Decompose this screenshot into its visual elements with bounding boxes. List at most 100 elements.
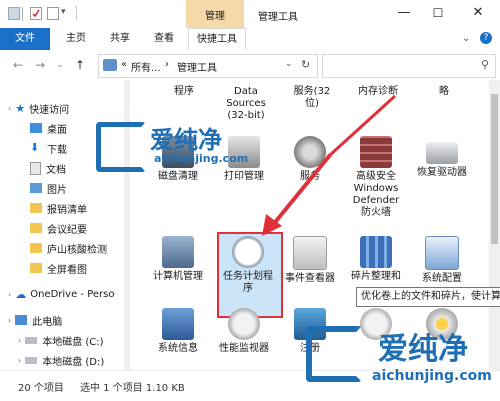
star-icon: ★	[15, 101, 26, 115]
folder-icon	[30, 223, 42, 233]
item-label[interactable]: 内存诊断	[345, 86, 411, 98]
item-label: 恢复驱动器	[417, 167, 467, 178]
tab-quick-tools[interactable]: 快捷工具	[188, 28, 246, 51]
item-label: 碎片整理和	[351, 271, 401, 282]
context-tab-manage[interactable]: 管理	[186, 0, 244, 28]
selection-info: 选中 1 个项目 1.10 KB	[80, 383, 185, 394]
breadcrumb-admin-tools[interactable]: 管理工具	[177, 59, 217, 74]
tab-home[interactable]: 主页	[58, 28, 94, 50]
divider	[76, 6, 77, 20]
drive-icon	[25, 336, 38, 344]
nav-onedrive[interactable]: › ☁ OneDrive - Perso	[0, 284, 133, 304]
ribbon-tabs: 文件 主页 共享 查看 快捷工具 ⌄ ?	[0, 28, 500, 51]
forward-icon[interactable]: →	[32, 57, 48, 73]
item-count: 20 个项目	[18, 383, 64, 394]
recent-chevron-icon[interactable]: ⌄	[52, 57, 68, 73]
file-item-system-info[interactable]: 系统信息	[145, 308, 211, 355]
file-item-task-scheduler[interactable]: 任务计划程 序	[215, 236, 281, 295]
nav-this-pc[interactable]: › 此电脑	[0, 310, 133, 330]
expand-icon: ›	[8, 315, 12, 325]
drive-icon	[25, 356, 38, 364]
document-icon	[30, 161, 41, 175]
recovery-drive-icon	[426, 142, 458, 164]
expand-icon: ›	[8, 103, 12, 113]
search-input[interactable]: ⚲	[322, 54, 496, 78]
nav-label: 下载	[47, 144, 67, 156]
divider	[22, 7, 23, 21]
item-label: 系统信息	[158, 343, 198, 354]
pictures-icon	[30, 183, 42, 193]
watermark-corner: 爱纯净 aichunjing.com	[306, 322, 500, 400]
nav-drive-d[interactable]: › 本地磁盘 (D:)	[0, 350, 143, 370]
item-label: 性能监视器	[219, 343, 269, 354]
nav-label: 报销清单	[47, 204, 87, 216]
file-item-recovery-drive[interactable]: 恢复驱动器	[409, 136, 475, 179]
item-label[interactable]: 服务(32 位)	[279, 86, 345, 110]
tab-view[interactable]: 查看	[146, 28, 182, 50]
refresh-icon[interactable]: ↻	[301, 58, 310, 71]
help-icon[interactable]: ?	[480, 32, 492, 44]
event-viewer-icon	[293, 236, 327, 270]
chevron-down-icon[interactable]: ▾	[61, 7, 71, 17]
desktop-icon	[30, 123, 42, 133]
tab-share[interactable]: 共享	[102, 28, 138, 50]
nav-label: 图片	[47, 184, 67, 196]
item-label: 事件查看器	[285, 273, 335, 284]
new-folder-icon[interactable]	[47, 7, 59, 20]
tab-file[interactable]: 文件	[0, 28, 50, 50]
download-icon: ⬇	[30, 141, 40, 154]
breadcrumb-all[interactable]: 所有...	[131, 59, 161, 74]
item-label[interactable]: Data Sources (32-bit)	[213, 86, 279, 122]
nav-label: 快速访问	[29, 104, 70, 116]
folder-icon	[30, 263, 42, 273]
cloud-icon: ☁	[15, 287, 27, 301]
task-scheduler-icon	[232, 236, 264, 268]
file-item-computer-management[interactable]: 计算机管理	[145, 236, 211, 283]
expand-icon: ›	[18, 335, 22, 345]
back-icon[interactable]: ←	[10, 57, 26, 73]
close-button[interactable]: ✕	[468, 4, 488, 22]
tooltip: 优化卷上的文件和碎片，使计算	[356, 287, 500, 307]
watermark-url: aichunjing.com	[154, 152, 249, 165]
expand-icon: ›	[18, 355, 22, 365]
address-bar[interactable]: « 所有... › 管理工具 ⌄ ↻	[98, 54, 318, 78]
watermark-brand: 爱纯净	[378, 332, 468, 367]
file-item-services[interactable]: 服务	[277, 136, 343, 183]
expand-icon: ›	[8, 289, 12, 299]
file-item-event-viewer[interactable]: 事件查看器	[277, 236, 343, 285]
breadcrumb-separator[interactable]: ›	[165, 59, 169, 70]
item-label: 磁盘清理	[158, 171, 198, 182]
computer-icon	[15, 315, 28, 325]
file-item-performance-monitor[interactable]: 性能监视器	[211, 308, 277, 355]
properties-icon[interactable]	[30, 7, 42, 20]
nav-label: 文档	[46, 164, 66, 176]
nav-drive-c[interactable]: › 本地磁盘 (C:)	[0, 330, 143, 350]
nav-label: 本地磁盘 (D:)	[42, 356, 105, 368]
address-prefix[interactable]: «	[121, 59, 127, 70]
nav-label: 全屏看图	[47, 264, 87, 276]
item-label: 打印管理	[224, 171, 264, 182]
up-icon[interactable]: ↑	[72, 57, 88, 73]
defrag-icon	[360, 236, 392, 268]
control-panel-icon	[103, 59, 117, 71]
item-label[interactable]: 程序	[151, 86, 217, 98]
nav-label: 本地磁盘 (C:)	[42, 336, 104, 348]
file-item-firewall[interactable]: 高级安全 Windows Defender 防火墙	[343, 136, 409, 219]
address-dropdown-icon[interactable]: ⌄	[285, 59, 293, 69]
spacer	[2, 90, 122, 91]
watermark-url: aichunjing.com	[372, 368, 492, 384]
title-bar: ▾ 管理 管理工具 — ☐ ✕	[0, 0, 500, 28]
nav-label: 此电脑	[32, 316, 63, 328]
scrollbar-thumb[interactable]	[491, 94, 498, 244]
item-label[interactable]: 略	[411, 86, 477, 98]
watermark-mid: 爱纯净 aichunjing.com	[96, 120, 266, 172]
file-item-system-config[interactable]: 系统配置	[409, 236, 475, 285]
item-label: 任务计划程 序	[223, 271, 273, 294]
nav-label: 庐山核酸检测	[47, 244, 107, 256]
ribbon-expand-icon[interactable]: ⌄	[462, 33, 470, 44]
maximize-button[interactable]: ☐	[428, 4, 448, 22]
minimize-button[interactable]: —	[394, 4, 414, 22]
nav-quick-access[interactable]: › ★ 快速访问	[0, 98, 133, 118]
file-item-defrag[interactable]: 碎片整理和	[343, 236, 409, 283]
services-icon	[294, 136, 326, 168]
